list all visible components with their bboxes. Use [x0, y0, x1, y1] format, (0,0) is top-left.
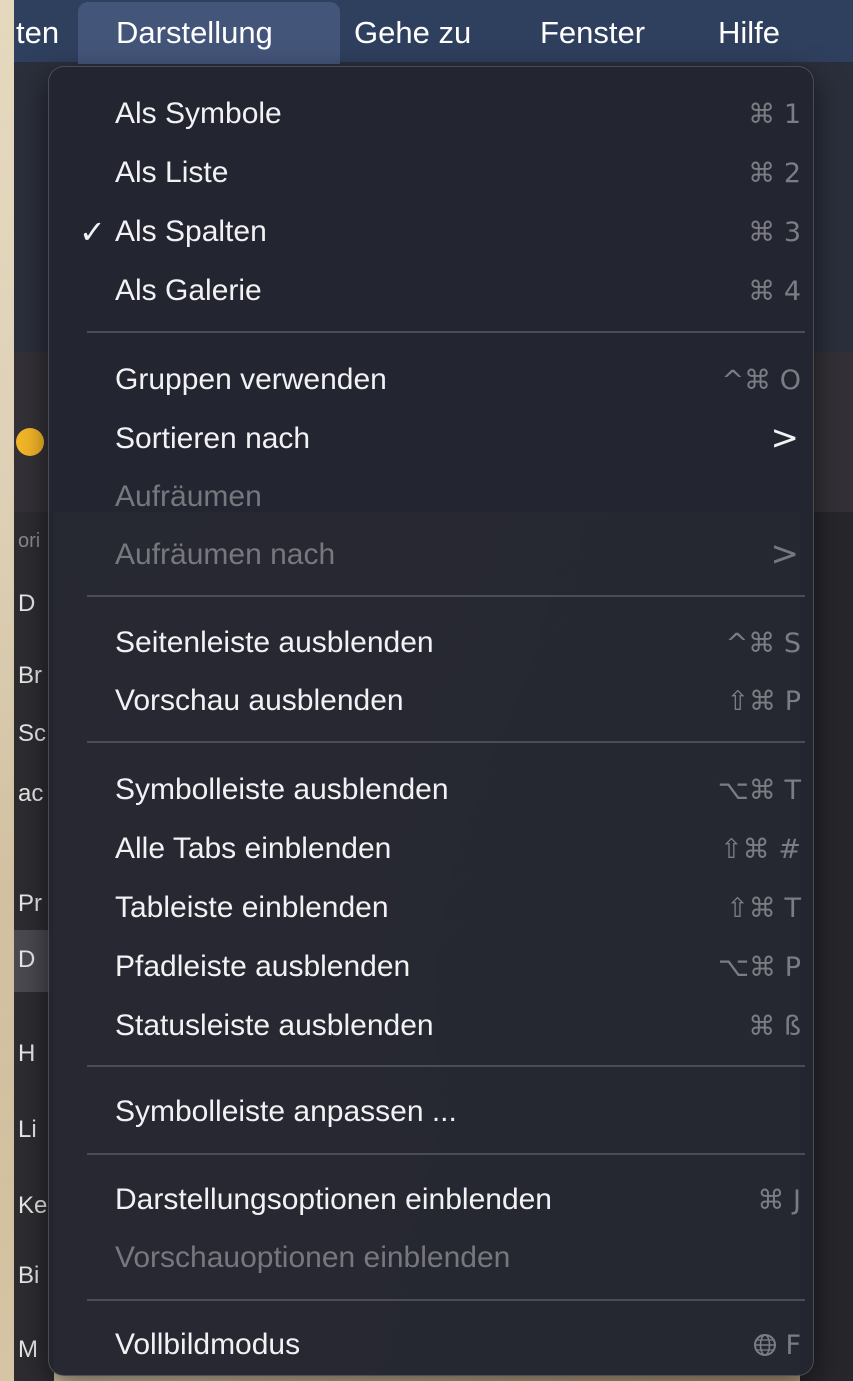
menu-item-label: Symbolleiste ausblenden [115, 773, 449, 806]
menu-item-label: Vorschauoptionen einblenden [115, 1241, 511, 1274]
chevron-right-icon: > [770, 418, 800, 458]
menu-item-shortcut: ⌘ 4 [748, 276, 801, 307]
menubar-item-darstellung[interactable]: Darstellung [116, 0, 273, 62]
menubar-item-hilfe[interactable]: Hilfe [718, 0, 780, 62]
menu-separator [87, 331, 805, 333]
menu-item-label: Sortieren nach [115, 422, 311, 455]
menu-item-shortcut: ⌘ 3 [748, 217, 801, 248]
menu-item-label: Darstellungsoptionen einblenden [115, 1183, 552, 1216]
menu-separator [87, 1299, 805, 1301]
menu-item-aufraeumen: Aufräumen [49, 470, 813, 526]
menu-item-vorschauoptionen-einblenden: Vorschauoptionen einblenden [49, 1231, 813, 1287]
menu-item-symbolleiste-ausblenden[interactable]: Symbolleiste ausblenden ⌥⌘ T [49, 763, 813, 819]
menu-item-darstellungsoptionen-einblenden[interactable]: Darstellungsoptionen einblenden ⌘ J [49, 1173, 813, 1229]
menu-separator [87, 1065, 805, 1067]
menu-item-shortcut: ⌥⌘ P [718, 952, 801, 983]
menu-item-als-symbole[interactable]: Als Symbole ⌘ 1 [49, 87, 813, 143]
menu-item-als-liste[interactable]: Als Liste ⌘ 2 [49, 146, 813, 202]
menu-item-vollbildmodus[interactable]: Vollbildmodus F [49, 1318, 813, 1374]
menu-item-label: Pfadleiste ausblenden [115, 950, 411, 983]
menu-item-vorschau-ausblenden[interactable]: Vorschau ausblenden ⇧⌘ P [49, 674, 813, 730]
menu-item-label: Vorschau ausblenden [115, 684, 404, 717]
menu-item-statusleiste-ausblenden[interactable]: Statusleiste ausblenden ⌘ ß [49, 999, 813, 1055]
menu-item-shortcut: ^⌘ S [725, 628, 801, 659]
menu-item-label: Als Liste [115, 156, 229, 189]
menu-item-aufraeumen-nach: Aufräumen nach > [49, 528, 813, 584]
menu-separator [87, 741, 805, 743]
menu-item-shortcut: ^⌘ O [721, 365, 801, 396]
menu-separator [87, 595, 805, 597]
window-control-minimize[interactable] [16, 428, 44, 456]
menu-item-als-spalten[interactable]: ✓ Als Spalten ⌘ 3 [49, 205, 813, 261]
shortcut-key: F [785, 1330, 801, 1361]
menubar-item-fenster[interactable]: Fenster [540, 0, 645, 62]
menu-item-shortcut: ⌘ ß [748, 1011, 801, 1042]
menu-item-label: Als Galerie [115, 274, 262, 307]
menu-item-gruppen-verwenden[interactable]: Gruppen verwenden ^⌘ O [49, 353, 813, 409]
menu-item-shortcut: ⌥⌘ T [717, 775, 801, 806]
menu-item-shortcut: ⌘ 1 [748, 99, 801, 130]
menu-item-label: Symbolleiste anpassen ... [115, 1095, 457, 1128]
menu-item-shortcut: ⇧⌘ # [720, 834, 801, 865]
menu-item-als-galerie[interactable]: Als Galerie ⌘ 4 [49, 264, 813, 320]
menu-item-label: Vollbildmodus [115, 1328, 301, 1361]
menu-item-shortcut: ⇧⌘ P [726, 686, 802, 717]
menu-item-label: Gruppen verwenden [115, 363, 387, 396]
menu-item-seitenleiste-ausblenden[interactable]: Seitenleiste ausblenden ^⌘ S [49, 616, 813, 672]
menu-item-label: Tableiste einblenden [115, 891, 389, 924]
menu-item-label: Als Symbole [115, 97, 282, 130]
menu-item-symbolleiste-anpassen[interactable]: Symbolleiste anpassen ... [49, 1085, 813, 1141]
menu-item-label: Als Spalten [115, 215, 267, 248]
globe-icon [753, 1334, 776, 1356]
menu-item-shortcut: ⌘ 2 [748, 158, 801, 189]
menu-item-shortcut: F [753, 1330, 801, 1361]
menu-separator [87, 1153, 805, 1155]
menubar-item-ablage[interactable]: ten [16, 0, 59, 62]
menu-item-sortieren-nach[interactable]: Sortieren nach > [49, 412, 813, 468]
menu-item-label: Statusleiste ausblenden [115, 1009, 434, 1042]
chevron-right-icon: > [770, 534, 800, 574]
menu-item-alle-tabs-einblenden[interactable]: Alle Tabs einblenden ⇧⌘ # [49, 822, 813, 878]
menu-item-label: Aufräumen nach [115, 538, 336, 571]
menu-item-shortcut: ⌘ J [757, 1185, 801, 1216]
menubar-item-gehe-zu[interactable]: Gehe zu [354, 0, 471, 62]
menu-item-label: Aufräumen [115, 480, 262, 513]
menu-item-label: Seitenleiste ausblenden [115, 626, 434, 659]
view-menu-dropdown: Als Symbole ⌘ 1 Als Liste ⌘ 2 ✓ Als Spal… [48, 66, 814, 1376]
menu-item-shortcut: ⇧⌘ T [726, 893, 801, 924]
menu-item-label: Alle Tabs einblenden [115, 832, 392, 865]
menu-item-pfadleiste-ausblenden[interactable]: Pfadleiste ausblenden ⌥⌘ P [49, 940, 813, 996]
checkmark-icon: ✓ [79, 214, 106, 250]
menu-item-tableiste-einblenden[interactable]: Tableiste einblenden ⇧⌘ T [49, 881, 813, 937]
